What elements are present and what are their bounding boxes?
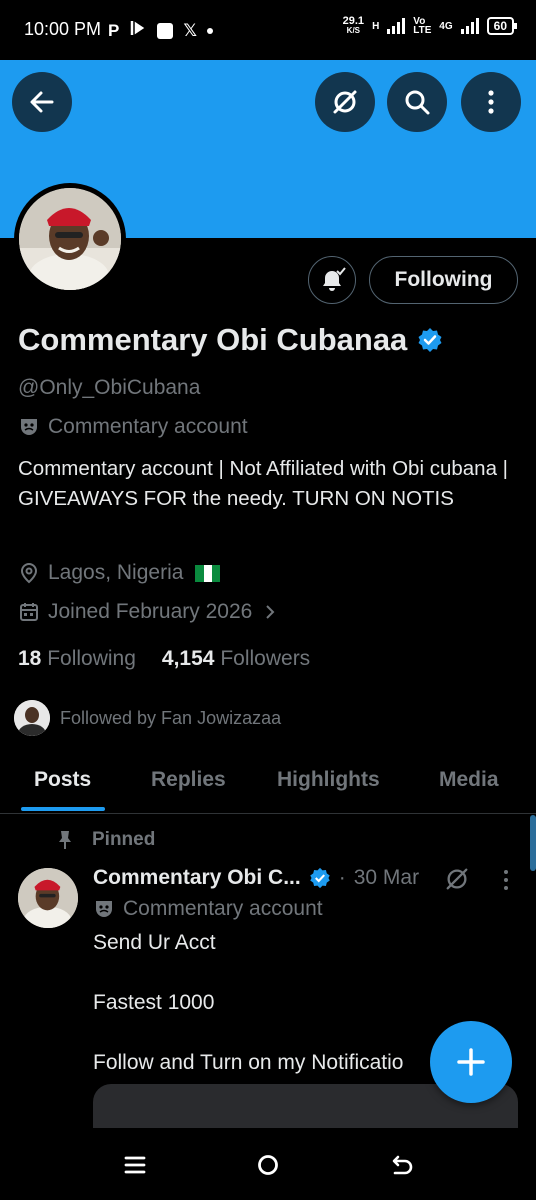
post-date-sep: · [338,866,346,889]
home-button[interactable] [253,1150,283,1180]
location-row: Lagos, Nigeria [18,561,221,585]
grok-icon [446,868,468,890]
system-nav-bar [0,1128,536,1200]
joined-row[interactable]: Joined February 2026 [18,600,280,624]
bolt-icon [129,19,147,42]
location-text: Lagos, Nigeria [48,561,184,584]
profile-avatar[interactable] [14,183,126,295]
account-label-text: Commentary account [48,415,248,438]
tab-posts[interactable]: Posts [34,768,91,792]
following-button[interactable]: Following [369,256,518,304]
followed-by-row[interactable]: Followed by Fan Jowizazaa [14,700,281,736]
tab-highlights[interactable]: Highlights [277,768,380,792]
home-icon [258,1155,278,1175]
more-vertical-icon [488,90,494,114]
plus-icon [457,1048,485,1076]
post-grok-button[interactable] [444,866,470,897]
post-author-name[interactable]: Commentary Obi C... [93,866,301,890]
grok-icon [333,90,357,114]
nigeria-flag-icon [195,564,221,582]
recents-icon [124,1156,146,1174]
back-button[interactable] [12,72,72,132]
status-time: 10:00 PM [24,19,102,39]
account-label: Commentary account [18,415,248,439]
active-tab-indicator [21,807,105,811]
theater-masks-icon [21,419,37,435]
following-stat[interactable]: 18 Following [18,647,136,671]
verified-badge-icon [309,867,330,889]
signal-icon [387,18,406,34]
display-name: Commentary Obi Cubanaa [18,322,443,358]
system-back-button[interactable] [387,1150,417,1180]
profile-bio: Commentary account | Not Affiliated with… [18,457,508,510]
follow-stats: 18 Following 4,154 Followers [18,647,310,671]
bell-check-icon [323,267,346,291]
status-bar: 10:00 PM P 𝕏 29.1 K/S H Vo LTE 4G 60 [0,0,536,60]
paypal-icon: P [108,20,120,40]
recents-button[interactable] [120,1150,150,1180]
compose-post-button[interactable] [430,1021,512,1103]
network-speed: 29.1 K/S [342,15,365,36]
chevron-right-icon [266,605,275,619]
app-square-icon [157,22,174,39]
avatar-image [19,188,121,290]
joined-text: Joined February 2026 [48,600,253,623]
status-system-icons: 29.1 K/S H Vo LTE 4G 60 [342,15,518,36]
network-type-h: H [372,20,380,32]
search-button[interactable] [387,72,447,132]
location-pin-icon [20,562,38,584]
battery-icon: 60 [486,17,518,35]
post-author-avatar[interactable] [18,868,78,928]
theater-masks-icon [96,901,112,917]
followed-by-text: Followed by Fan Jowizazaa [60,707,282,728]
follower-avatar [14,700,50,736]
display-name-text: Commentary Obi Cubanaa [18,322,408,357]
scrollbar[interactable] [530,815,536,871]
calendar-icon [20,603,38,621]
back-icon [392,1155,413,1175]
post-header: Commentary Obi C... · 30 Mar [93,866,419,890]
profile-handle: @Only_ObiCubana [18,376,201,399]
tab-media[interactable]: Media [439,768,499,792]
grok-button[interactable] [315,72,375,132]
post-account-label: Commentary account [93,897,323,921]
post-account-label-text: Commentary account [123,897,323,920]
verified-badge-icon[interactable] [417,327,443,353]
pinned-text: Pinned [92,829,156,850]
x-logo-icon: 𝕏 [183,20,198,40]
more-vertical-icon [504,870,508,890]
pin-icon [59,831,71,849]
signal-icon-2 [460,18,479,34]
profile-tabs: Posts Replies Highlights Media [0,750,536,814]
followers-stat[interactable]: 4,154 Followers [162,647,310,671]
post-date[interactable]: 30 Mar [354,866,419,890]
network-type-4g: 4G [439,20,453,32]
volte-label: Vo LTE [413,16,432,36]
tab-replies[interactable]: Replies [151,768,226,792]
status-notification-icons: P 𝕏 [108,19,214,42]
post-more-button[interactable] [500,868,512,897]
arrow-left-icon [30,91,54,113]
search-icon [405,90,430,115]
notifications-bell-button[interactable] [308,256,356,304]
more-notifications-dot-icon [207,27,214,34]
pinned-label: Pinned [56,829,155,851]
more-options-button[interactable] [461,72,521,132]
